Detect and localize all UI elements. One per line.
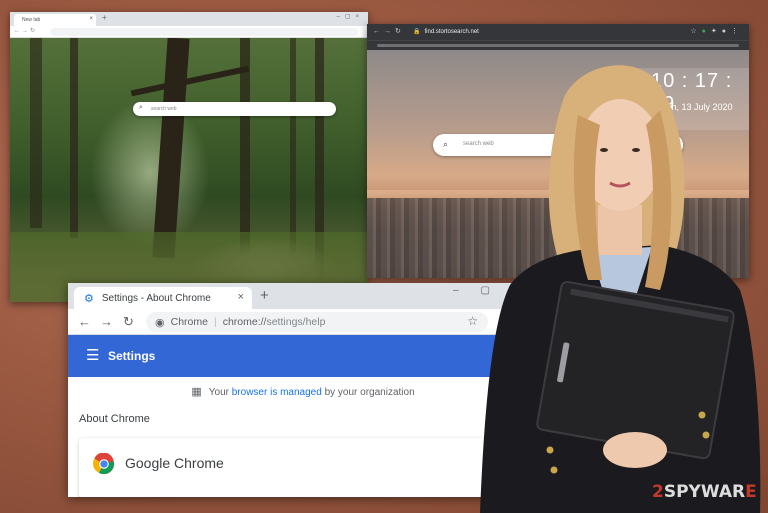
tab-strip: New tab × + –▢× [10, 12, 368, 26]
browser-toolbar: ←→↻ [10, 26, 368, 38]
search-icon: ⌕ [443, 139, 449, 149]
tab-strip: ⚙ Settings - About Chrome × + –▢ [68, 283, 538, 309]
reload-icon[interactable]: ↻ [123, 314, 134, 330]
search-icon: ⌕ [139, 104, 143, 111]
tab-title: Settings - About Chrome [101, 292, 211, 304]
gear-icon: ⚙ [84, 292, 94, 305]
new-tab-button[interactable]: + [260, 287, 269, 304]
forward-icon[interactable]: → [100, 314, 113, 329]
chrome-site-icon: ◉ [155, 316, 165, 329]
tab-settings-about[interactable]: ⚙ Settings - About Chrome × [74, 287, 252, 309]
bookmarks-bar [367, 40, 749, 50]
extension-icons[interactable]: ☆●✦●⋮ [690, 27, 743, 35]
lock-icon: 🔒 [413, 29, 421, 35]
site-chip: Chrome [170, 316, 208, 328]
browser-toolbar: ← → ↻ ◉ Chrome | chrome://settings/help … [68, 309, 538, 335]
url-text: find.stortosearch.net [424, 29, 479, 35]
url-path: settings/help [266, 316, 326, 328]
window-controls[interactable]: –▢× [336, 13, 364, 20]
tab-new-tab[interactable]: New tab × [14, 14, 96, 26]
close-icon[interactable]: × [238, 291, 244, 303]
managed-link[interactable]: browser is managed [232, 387, 322, 398]
product-name: Google Chrome [125, 455, 224, 471]
search-input[interactable]: ⌕ search web [133, 102, 336, 116]
close-icon[interactable]: × [89, 16, 93, 22]
section-title: About Chrome [79, 413, 150, 425]
back-icon[interactable]: ← [78, 314, 91, 329]
managed-notice: ▦ Your browser is managed by your organiz… [191, 386, 415, 398]
address-bar[interactable]: ◉ Chrome | chrome://settings/help ☆ [146, 312, 488, 332]
address-bar[interactable]: 🔒 find.stortosearch.net [413, 28, 479, 35]
spyware-watermark: 2SPYWARE [652, 482, 757, 502]
new-tab-button[interactable]: + [102, 13, 107, 22]
tab-title: New tab [22, 17, 41, 23]
chrome-logo-icon [93, 453, 115, 475]
browser-window-forest: New tab × + –▢× ←→↻ ⌕ search web [10, 12, 368, 302]
nav-buttons[interactable]: ←→↻ [373, 27, 405, 35]
nav-buttons[interactable]: ←→↻ [14, 27, 37, 34]
url-scheme: chrome:// [222, 316, 267, 328]
woman-photo [480, 65, 761, 513]
browser-toolbar: ←→↻ 🔒 find.stortosearch.net ☆●✦●⋮ [367, 24, 749, 40]
forest-background-image [10, 38, 368, 302]
search-placeholder: search web [151, 106, 177, 112]
settings-title: Settings [108, 349, 156, 363]
address-bar[interactable] [50, 28, 358, 36]
settings-header: ☰ Settings [68, 335, 538, 377]
browser-window-settings: ⚙ Settings - About Chrome × + –▢ ← → ↻ ◉… [68, 283, 538, 497]
building-icon: ▦ [191, 386, 202, 398]
hamburger-menu-icon[interactable]: ☰ [86, 346, 99, 364]
